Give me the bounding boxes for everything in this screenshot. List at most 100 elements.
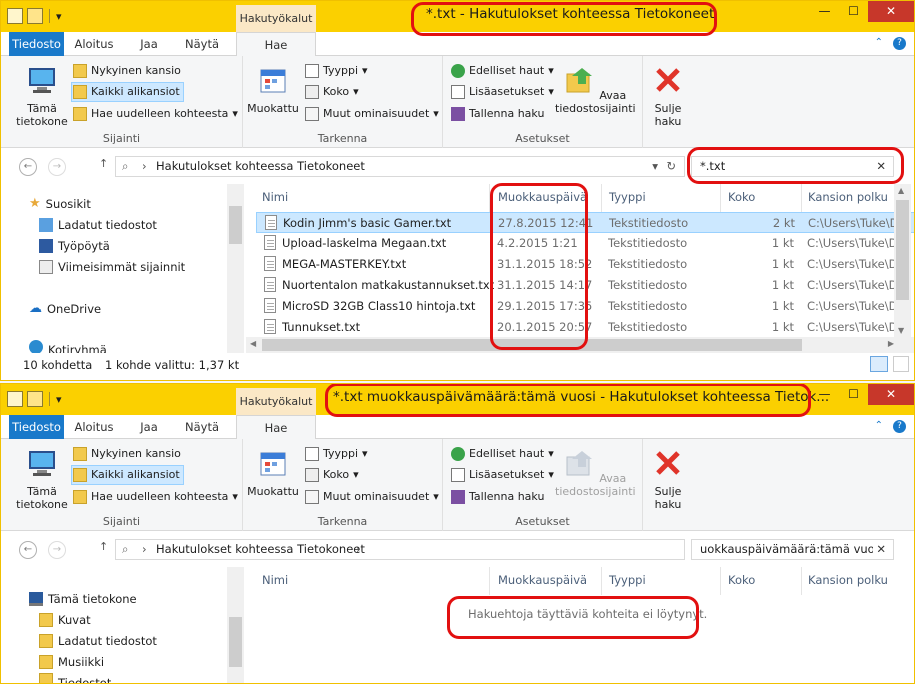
nav-item-downloads[interactable]: Ladatut tiedostot [39,631,157,651]
other-properties-button[interactable]: Muut ominaisuudet ▾ [305,104,439,124]
nav-item-onedrive[interactable]: ☁ OneDrive [29,299,101,319]
forward-button[interactable]: → [48,158,66,176]
column-separator[interactable] [601,567,602,595]
type-button[interactable]: Tyyppi ▾ [305,444,368,464]
column-modified[interactable]: Muokkauspäivä [498,573,587,587]
this-pc-button[interactable]: Tämä tietokone [13,64,71,128]
save-search-button[interactable]: Tallenna haku [451,104,544,124]
refresh-icon[interactable]: ↻ [666,157,676,176]
nav-item-desktop[interactable]: Työpöytä [39,236,110,256]
tab-view[interactable]: Näytä [181,415,223,439]
nav-item-pictures[interactable]: Kuvat [39,610,91,630]
minimize-button[interactable]: — [810,384,839,405]
back-button[interactable]: ← [19,158,37,176]
close-search-button[interactable]: Sulje haku [648,64,688,128]
close-button[interactable]: ✕ [868,384,914,405]
size-button[interactable]: Koko ▾ [305,465,359,485]
scrollbar-thumb[interactable] [896,200,909,300]
nav-item-homegroup[interactable]: Kotiryhmä [29,340,107,353]
properties-icon[interactable] [7,391,23,407]
scrollbar-thumb[interactable] [229,617,242,667]
details-view-icon[interactable] [870,356,888,372]
minimize-ribbon-icon[interactable]: ⌃ [875,37,883,50]
properties-icon[interactable] [7,8,23,24]
tab-search[interactable]: Hae [236,32,316,57]
column-separator[interactable] [801,567,802,595]
clear-search-icon[interactable]: ✕ [873,540,886,559]
address-bar[interactable]: ⌕ › Hakutulokset kohteessa Tietokoneet ▾… [115,156,685,177]
advanced-options-button[interactable]: Lisäasetukset ▾ [451,82,554,102]
nav-item-music[interactable]: Musiikki [39,652,104,672]
tab-search[interactable]: Hae [236,415,316,440]
close-button[interactable]: ✕ [868,1,914,22]
new-folder-icon[interactable] [27,8,43,24]
maximize-button[interactable]: ☐ [839,384,868,405]
address-bar[interactable]: ⌕ › Hakutulokset kohteessa Tietokoneet › [115,539,685,560]
column-name[interactable]: Nimi [262,190,288,204]
forward-button[interactable]: → [48,541,66,559]
back-button[interactable]: ← [19,541,37,559]
maximize-button[interactable]: ☐ [839,1,868,22]
nav-scrollbar[interactable] [227,184,244,353]
column-name[interactable]: Nimi [262,573,288,587]
nav-scrollbar[interactable] [227,567,244,683]
nav-item-downloads[interactable]: Ladatut tiedostot [39,215,157,235]
tab-home[interactable]: Aloitus [70,415,118,439]
minimize-button[interactable]: — [810,1,839,22]
nav-item-favorites[interactable]: ★ Suosikit [29,194,91,214]
tab-file[interactable]: Tiedosto [9,32,64,56]
nav-item-recent-places[interactable]: Viimeisimmät sijainnit [39,257,185,277]
scroll-right-icon[interactable]: ▶ [888,339,894,348]
recent-searches-button[interactable]: Edelliset haut ▾ [451,61,554,81]
column-separator[interactable] [801,184,802,212]
column-path[interactable]: Kansion polku [808,573,888,587]
scroll-down-icon[interactable]: ▼ [898,326,904,335]
current-folder-button[interactable]: Nykyinen kansio [73,61,181,81]
search-again-button[interactable]: Hae uudelleen kohteesta ▾ [73,487,238,507]
help-icon[interactable]: ? [893,37,906,50]
minimize-ribbon-icon[interactable]: ⌃ [875,420,883,433]
help-icon[interactable]: ? [893,420,906,433]
up-arrow-icon[interactable]: ↑ [99,157,108,170]
qat-dropdown-icon[interactable]: ▾ [56,10,62,23]
scrollbar-thumb[interactable] [229,206,242,244]
open-file-location-button[interactable]: Avaa tiedostosijainti [555,64,636,115]
other-properties-button[interactable]: Muut ominaisuudet ▾ [305,487,439,507]
chevron-down-icon[interactable]: ▾ [652,157,658,176]
all-subfolders-button[interactable]: Kaikki alikansiot [71,465,184,485]
this-pc-button[interactable]: Tämä tietokone [13,447,71,511]
save-search-button[interactable]: Tallenna haku [451,487,544,507]
current-folder-button[interactable]: Nykyinen kansio [73,444,181,464]
column-separator[interactable] [601,184,602,212]
tab-share[interactable]: Jaa [134,415,164,439]
scroll-up-icon[interactable]: ▲ [898,186,904,195]
tab-home[interactable]: Aloitus [70,32,118,56]
tab-view[interactable]: Näytä [181,32,223,56]
date-modified-button[interactable]: Muokattu [247,64,299,115]
search-again-button[interactable]: Hae uudelleen kohteesta ▾ [73,104,238,124]
date-modified-button[interactable]: Muokattu [247,447,299,498]
column-size[interactable]: Koko [728,573,755,587]
scroll-left-icon[interactable]: ◀ [250,339,256,348]
column-separator[interactable] [720,184,721,212]
all-subfolders-button[interactable]: Kaikki alikansiot [71,82,184,102]
recent-searches-button[interactable]: Edelliset haut ▾ [451,444,554,464]
column-type[interactable]: Tyyppi [609,190,646,204]
qat-dropdown-icon[interactable]: ▾ [56,393,62,406]
search-input[interactable]: uokkauspäivämäärä:tämä vuosi ✕ [691,539,894,560]
nav-item-documents[interactable]: Tiedostot [39,673,111,683]
large-icons-view-icon[interactable] [893,356,909,372]
column-separator[interactable] [720,567,721,595]
nav-item-this-pc[interactable]: Tämä tietokone [29,589,137,609]
tab-file[interactable]: Tiedosto [9,415,64,439]
column-size[interactable]: Koko [728,190,755,204]
size-button[interactable]: Koko ▾ [305,82,359,102]
tab-share[interactable]: Jaa [134,32,164,56]
file-list-scrollbar[interactable]: ▲ ▼ [894,184,911,337]
column-type[interactable]: Tyyppi [609,573,646,587]
close-search-button[interactable]: Sulje haku [648,447,688,511]
column-path[interactable]: Kansion polku [808,190,888,204]
up-arrow-icon[interactable]: ↑ [99,540,108,553]
advanced-options-button[interactable]: Lisäasetukset ▾ [451,465,554,485]
new-folder-icon[interactable] [27,391,43,407]
